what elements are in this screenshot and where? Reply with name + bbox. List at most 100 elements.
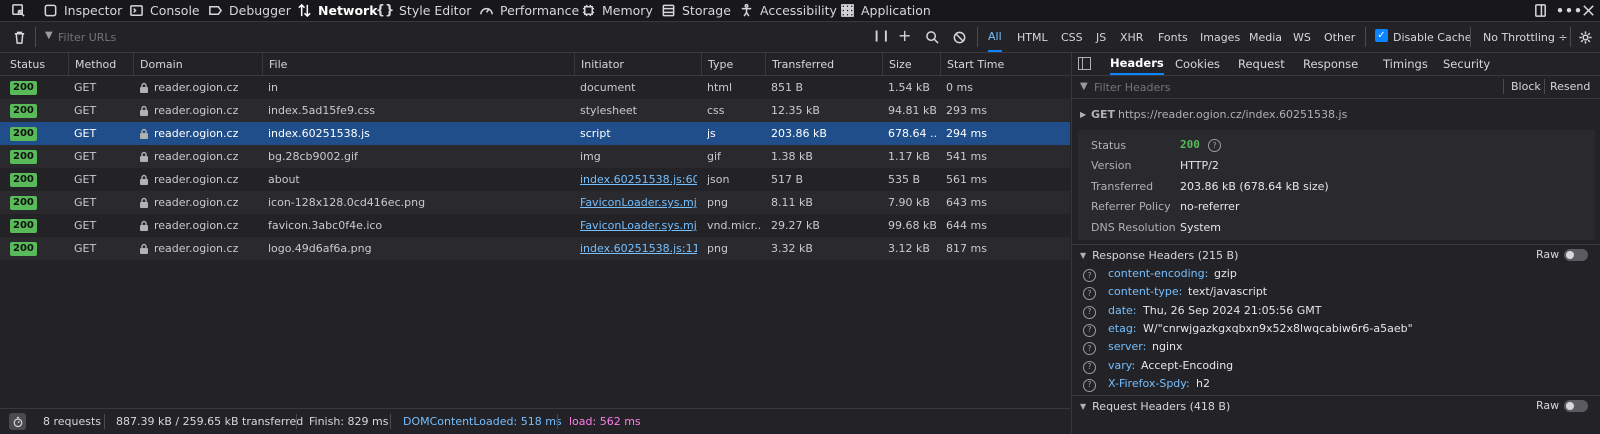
filter-type-js[interactable]: JS bbox=[1096, 22, 1106, 52]
request-row[interactable]: 200 GET reader.ogion.cz about index.60251538… bbox=[0, 168, 1070, 191]
disable-cache-label[interactable]: Disable Cache bbox=[1393, 22, 1472, 52]
clear-requests-button[interactable] bbox=[11, 29, 27, 45]
tab-debugger-label: Debugger bbox=[229, 3, 291, 18]
tab-memory[interactable]: Memory bbox=[580, 0, 653, 21]
help-icon[interactable]: ? bbox=[1083, 342, 1096, 356]
start-text: 643 ms bbox=[946, 196, 987, 209]
filter-type-ws[interactable]: WS bbox=[1293, 22, 1311, 52]
filter-type-xhr[interactable]: XHR bbox=[1120, 22, 1143, 52]
cell-domain: reader.ogion.cz bbox=[139, 145, 258, 168]
request-summary[interactable]: ▶ GET https://reader.ogion.cz/index.6025… bbox=[1072, 99, 1600, 131]
tab-headers[interactable]: Headers bbox=[1110, 53, 1164, 75]
tab-security[interactable]: Security bbox=[1443, 53, 1490, 75]
request-row[interactable]: 200 GET reader.ogion.cz bg.28cb9002.gif img g… bbox=[0, 145, 1070, 168]
network-toolbar: ▼ ❙❙ + All HTML CSS JS XHR Fonts Images … bbox=[0, 22, 1600, 53]
tab-storage[interactable]: Storage bbox=[660, 0, 731, 21]
help-icon[interactable]: ? bbox=[1083, 360, 1096, 374]
help-icon[interactable]: ? bbox=[1083, 305, 1096, 319]
filter-type-fonts[interactable]: Fonts bbox=[1158, 22, 1188, 52]
toggle-sidebar-button[interactable] bbox=[1078, 57, 1091, 70]
tab-accessibility[interactable]: Accessibility bbox=[738, 0, 837, 21]
column-header-size[interactable]: Size bbox=[882, 53, 940, 75]
block-request-button[interactable]: Block bbox=[1511, 80, 1541, 93]
pause-button[interactable]: ❙❙ bbox=[872, 29, 890, 42]
disable-cache-checkbox[interactable]: ✓ bbox=[1375, 29, 1388, 42]
initiator-link[interactable]: index.60251538.js:11... bbox=[580, 242, 697, 255]
column-header-initiator[interactable]: Initiator bbox=[574, 53, 701, 75]
filter-type-media[interactable]: Media bbox=[1249, 22, 1282, 52]
help-icon[interactable]: ? bbox=[1083, 378, 1096, 392]
initiator-link[interactable]: FaviconLoader.sys.mjs... bbox=[580, 196, 697, 209]
stopwatch-icon bbox=[13, 416, 22, 427]
network-settings-button[interactable] bbox=[1577, 29, 1593, 45]
response-headers-section[interactable]: ▼ Response Headers (215 B) Raw bbox=[1072, 244, 1600, 265]
transferred-text: 12.35 kB bbox=[771, 104, 820, 117]
help-icon[interactable]: ? bbox=[1083, 323, 1096, 337]
header-name: vary: bbox=[1108, 358, 1136, 372]
request-headers-section[interactable]: ▼ Request Headers (418 B) Raw bbox=[1072, 395, 1600, 416]
divider bbox=[296, 414, 297, 429]
tab-request[interactable]: Request bbox=[1238, 53, 1285, 75]
header-name: content-encoding: bbox=[1108, 267, 1209, 280]
tab-application-label: Application bbox=[861, 3, 931, 18]
tab-timings[interactable]: Timings bbox=[1383, 53, 1428, 75]
tab-debugger[interactable]: Debugger bbox=[207, 0, 291, 21]
tab-storage-label: Storage bbox=[682, 3, 731, 18]
new-request-button[interactable]: + bbox=[898, 26, 911, 45]
tab-console[interactable]: Console bbox=[128, 0, 200, 21]
tab-style-editor-label: Style Editor bbox=[399, 3, 472, 18]
help-icon[interactable]: ? bbox=[1208, 139, 1221, 152]
request-row[interactable]: 200 GET reader.ogion.cz index.60251538.js sc… bbox=[0, 122, 1070, 145]
column-header-file[interactable]: File bbox=[262, 53, 574, 75]
column-header-status[interactable]: Status bbox=[0, 53, 68, 75]
performance-analysis-button[interactable] bbox=[9, 413, 26, 430]
close-devtools-button[interactable] bbox=[1580, 0, 1596, 21]
tab-cookies[interactable]: Cookies bbox=[1175, 53, 1220, 75]
tab-inspector[interactable]: Inspector bbox=[42, 0, 122, 21]
initiator-link[interactable]: index.60251538.js:60... bbox=[580, 173, 697, 186]
request-row[interactable]: 200 GET reader.ogion.cz logo.49d6af6a.png in… bbox=[0, 237, 1070, 260]
cell-transferred: 203.86 kB bbox=[771, 122, 878, 145]
filter-type-other[interactable]: Other bbox=[1324, 22, 1355, 52]
column-header-transferred[interactable]: Transferred bbox=[765, 53, 882, 75]
search-button[interactable] bbox=[924, 29, 940, 45]
cell-method: GET bbox=[74, 145, 129, 168]
raw-response-headers-toggle[interactable] bbox=[1564, 249, 1588, 261]
filter-urls-input[interactable] bbox=[56, 27, 840, 47]
filter-headers-input[interactable] bbox=[1092, 78, 1496, 97]
column-header-start-time[interactable]: Start Time bbox=[940, 53, 1070, 75]
request-row[interactable]: 200 GET reader.ogion.cz icon-128x128.0cd416… bbox=[0, 191, 1070, 214]
file-text: in bbox=[268, 81, 279, 94]
filter-type-html[interactable]: HTML bbox=[1017, 22, 1048, 52]
request-row[interactable]: 200 GET reader.ogion.cz in document html 851 B… bbox=[0, 76, 1070, 99]
tab-network[interactable]: Network bbox=[296, 0, 378, 21]
request-row[interactable]: 200 GET reader.ogion.cz index.5ad15fe9.css s… bbox=[0, 99, 1070, 122]
column-header-method[interactable]: Method bbox=[68, 53, 133, 75]
column-header-domain[interactable]: Domain bbox=[133, 53, 262, 75]
more-options-button[interactable]: ••• bbox=[1556, 0, 1583, 21]
tab-response[interactable]: Response bbox=[1303, 53, 1358, 75]
cell-initiator: stylesheet bbox=[580, 99, 697, 122]
tab-console-label: Console bbox=[150, 3, 200, 18]
raw-request-headers-toggle[interactable] bbox=[1564, 400, 1588, 412]
throttling-select[interactable]: No Throttling ÷ bbox=[1483, 22, 1568, 52]
filter-type-all[interactable]: All bbox=[988, 22, 1002, 52]
dock-options-button[interactable] bbox=[1532, 0, 1548, 21]
filter-type-images[interactable]: Images bbox=[1200, 22, 1240, 52]
cell-file: bg.28cb9002.gif bbox=[268, 145, 570, 168]
resend-button[interactable]: Resend bbox=[1550, 80, 1590, 93]
dns-resolution-label: DNS Resolution bbox=[1091, 221, 1176, 234]
tab-application[interactable]: Application bbox=[839, 0, 931, 21]
help-icon[interactable]: ? bbox=[1083, 287, 1096, 301]
cell-file: logo.49d6af6a.png bbox=[268, 237, 570, 260]
help-icon[interactable]: ? bbox=[1083, 269, 1096, 282]
block-button[interactable] bbox=[951, 29, 967, 45]
tab-style-editor[interactable]: {} Style Editor bbox=[376, 0, 472, 21]
initiator-link[interactable]: FaviconLoader.sys.mjs... bbox=[580, 219, 697, 232]
column-header-type[interactable]: Type bbox=[701, 53, 765, 75]
element-picker-button[interactable] bbox=[10, 0, 26, 21]
tab-performance[interactable]: Performance bbox=[478, 0, 579, 21]
filter-type-css[interactable]: CSS bbox=[1061, 22, 1083, 52]
request-row[interactable]: 200 GET reader.ogion.cz favicon.3abc0f4e.ic… bbox=[0, 214, 1070, 237]
method-text: GET bbox=[74, 127, 97, 140]
